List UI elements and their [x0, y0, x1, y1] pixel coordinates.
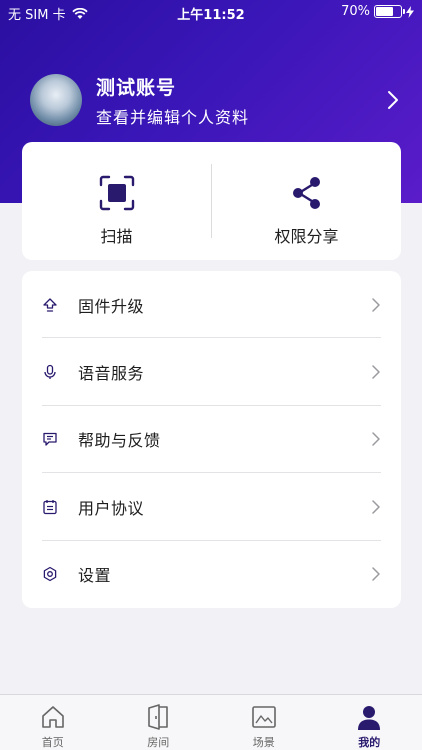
scan-button[interactable]: 扫描 — [22, 142, 211, 260]
share-icon — [292, 177, 320, 209]
tab-room[interactable]: 房间 — [106, 695, 212, 750]
tab-scene[interactable]: 场景 — [211, 695, 317, 750]
menu-label: 设置 — [78, 566, 112, 586]
tab-label: 我的 — [358, 736, 381, 749]
tab-label: 首页 — [41, 736, 64, 749]
menu-label: 帮助与反馈 — [78, 431, 161, 451]
user-icon — [358, 706, 381, 730]
chevron-right-icon — [372, 500, 380, 514]
door-icon — [148, 704, 169, 730]
permission-share-button[interactable]: 权限分享 — [212, 142, 401, 260]
tab-home[interactable]: 首页 — [0, 695, 106, 750]
document-icon — [43, 499, 57, 515]
menu-label: 用户协议 — [78, 498, 145, 518]
gear-icon — [43, 567, 57, 582]
microphone-icon — [44, 364, 56, 380]
menu-label: 固件升级 — [78, 296, 145, 316]
tab-bar: 首页 房间 场景 我的 — [0, 694, 422, 750]
chevron-right-icon — [372, 432, 380, 447]
tab-mine[interactable]: 我的 — [317, 695, 422, 750]
profile-subtitle: 查看并编辑个人资料 — [96, 107, 250, 127]
battery-icon — [374, 5, 405, 18]
menu-item-user-agreement[interactable]: 用户协议 — [22, 473, 401, 541]
tab-label: 房间 — [147, 736, 170, 749]
profile-row[interactable]: 测试账号 查看并编辑个人资料 — [30, 70, 400, 130]
menu-list: 固件升级 语音服务 帮助与反馈 用户协议 设置 — [22, 271, 401, 608]
status-bar: 无 SIM 卡 上午11:52 70% — [0, 0, 422, 24]
chevron-right-icon — [372, 297, 380, 312]
charging-icon — [406, 5, 414, 18]
avatar[interactable] — [30, 74, 82, 126]
chevron-right-icon — [372, 365, 380, 379]
scan-icon — [99, 175, 134, 211]
scene-icon — [251, 706, 276, 728]
menu-item-firmware-upgrade[interactable]: 固件升级 — [22, 271, 401, 339]
profile-name: 测试账号 — [96, 76, 177, 99]
chevron-right-icon — [388, 91, 398, 109]
quick-actions-card: 扫描 权限分享 — [22, 142, 401, 260]
tab-label: 场景 — [252, 736, 275, 749]
scan-label: 扫描 — [100, 227, 133, 246]
battery-percent: 70% — [341, 4, 370, 19]
chevron-right-icon — [372, 567, 380, 581]
permission-share-label: 权限分享 — [274, 227, 339, 246]
chat-icon — [43, 433, 57, 447]
menu-item-settings[interactable]: 设置 — [22, 541, 401, 608]
menu-item-help-feedback[interactable]: 帮助与反馈 — [22, 406, 401, 474]
home-icon — [41, 706, 64, 728]
menu-label: 语音服务 — [78, 364, 145, 384]
menu-item-voice-service[interactable]: 语音服务 — [22, 338, 401, 407]
upgrade-icon — [43, 298, 57, 312]
